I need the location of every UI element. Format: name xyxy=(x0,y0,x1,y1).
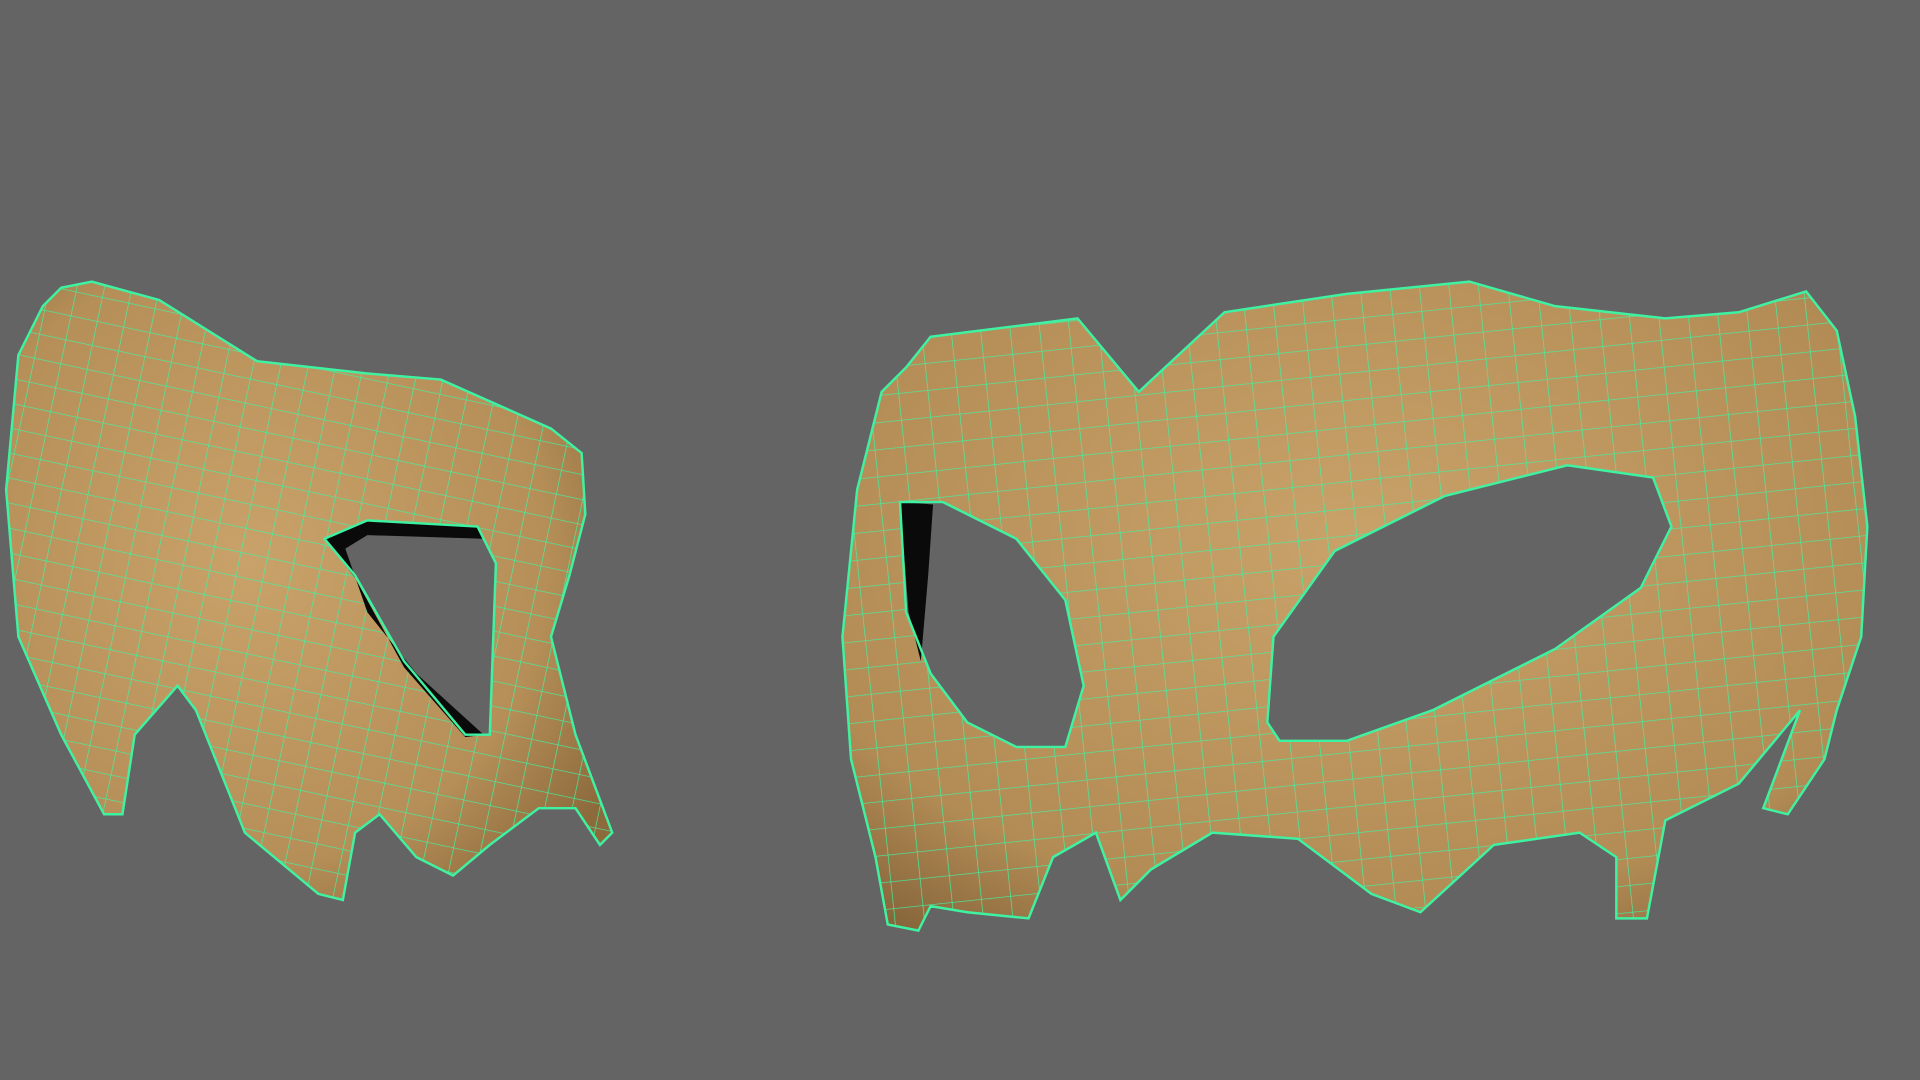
mask-left-wireframe xyxy=(6,281,613,900)
mask-right-wireframe xyxy=(842,281,1868,931)
viewport-canvas[interactable] xyxy=(0,0,1920,1080)
mask-mesh-front-view[interactable] xyxy=(841,280,1869,932)
3d-viewport[interactable] xyxy=(0,0,1920,1080)
mask-mesh-side-view[interactable] xyxy=(4,280,614,902)
